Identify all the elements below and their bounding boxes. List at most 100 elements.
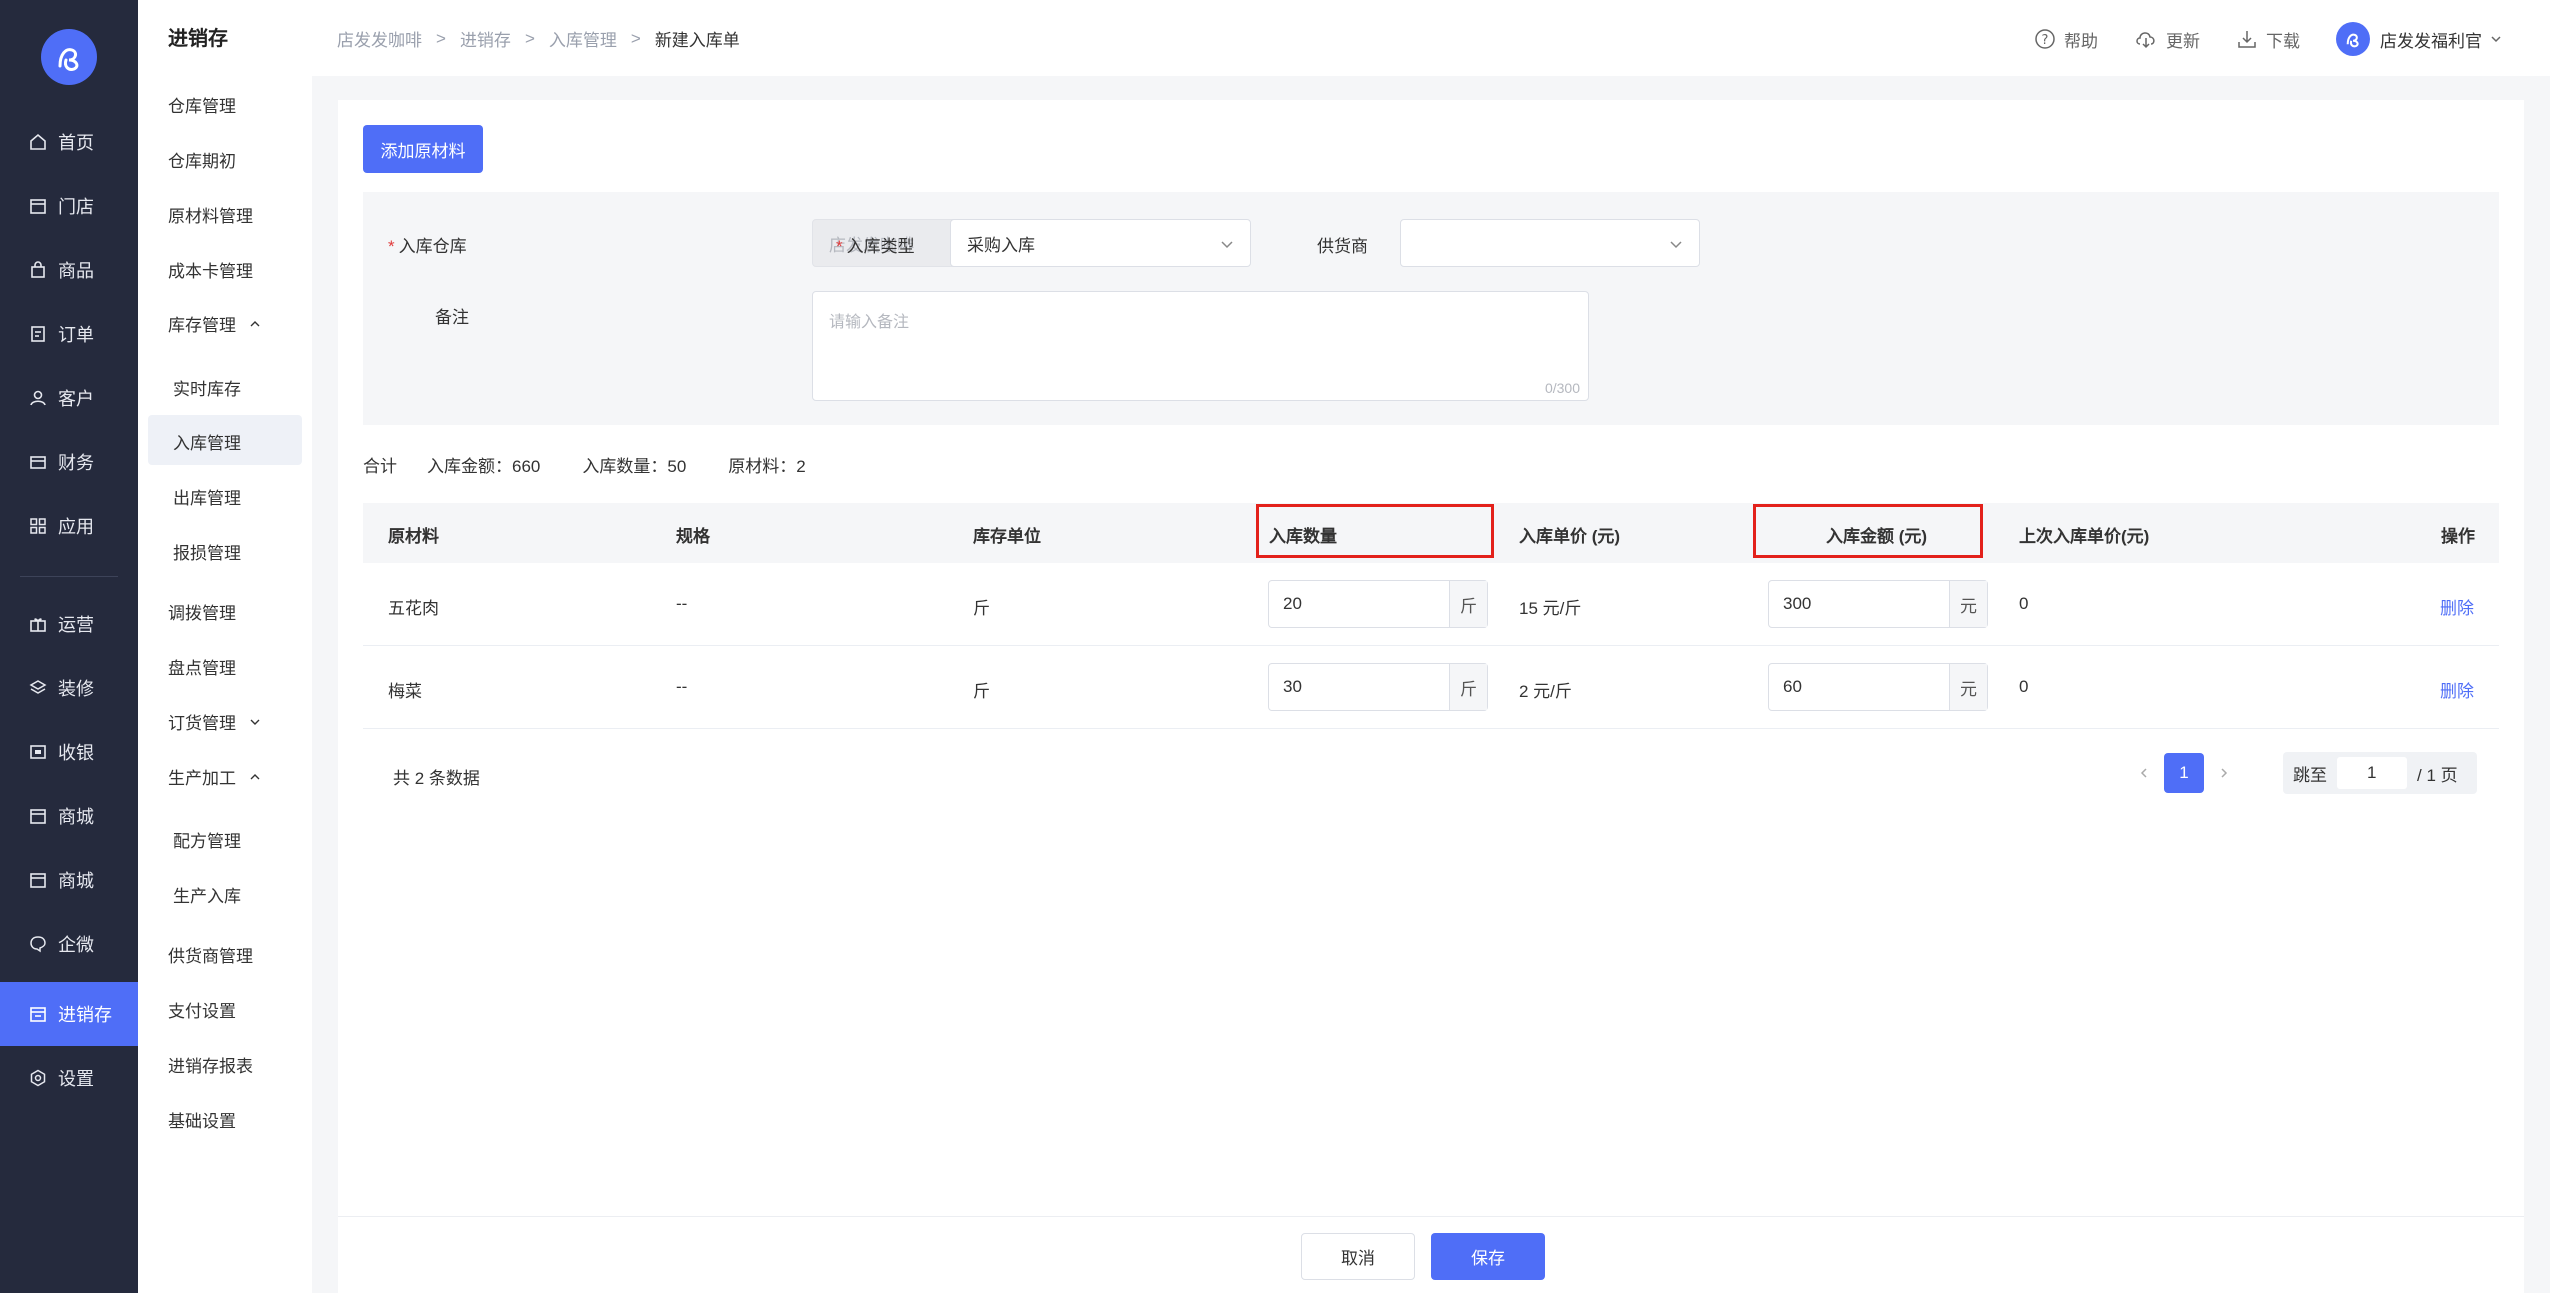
top-actions: ? 帮助 更新 下载 店发发福利官 <box>2034 22 2502 56</box>
col-action: 操作 <box>2441 527 2475 546</box>
nav-item-mall[interactable]: 商城 <box>0 784 138 848</box>
cell-spec: -- <box>676 677 688 696</box>
nav-item-settings[interactable]: 设置 <box>0 1046 138 1110</box>
user-menu[interactable]: 店发发福利官 <box>2336 22 2502 56</box>
stock-in-type-label: * 入库类型 <box>836 237 915 256</box>
download-button[interactable]: 下载 <box>2236 27 2300 52</box>
jump-label: 跳至 <box>2293 765 2327 785</box>
help-button[interactable]: ? 帮助 <box>2034 27 2098 52</box>
delete-link[interactable]: 删除 <box>2440 677 2474 702</box>
inventory-icon <box>28 1004 48 1024</box>
nav-item-cashier[interactable]: 收银 <box>0 720 138 784</box>
svg-text:?: ? <box>2042 33 2049 48</box>
jump-page-input[interactable]: 1 <box>2337 757 2407 789</box>
chevron-right-icon <box>2221 768 2228 778</box>
nav-item-wecom[interactable]: 企微 <box>0 912 138 976</box>
cell-stock-unit: 斤 <box>973 682 990 701</box>
submenu-item-cost-card[interactable]: 成本卡管理 <box>168 257 253 282</box>
cell-spec: -- <box>676 594 688 613</box>
chevron-right-icon: > <box>436 28 446 48</box>
amount-input[interactable]: 60 元 <box>1768 663 1988 711</box>
qty-input[interactable]: 30 斤 <box>1268 663 1488 711</box>
remark-placeholder: 请输入备注 <box>829 314 910 331</box>
top-bar: 店发发咖啡 > 进销存 > 入库管理 > 新建入库单 ? 帮助 更新 下载 店发… <box>312 0 2550 76</box>
update-button[interactable]: 更新 <box>2134 27 2200 52</box>
submenu-item-transfer[interactable]: 调拨管理 <box>168 599 236 624</box>
col-spec: 规格 <box>676 527 710 546</box>
submenu-item-loss[interactable]: 报损管理 <box>173 539 241 564</box>
gear-icon <box>28 1068 48 1088</box>
amount-input[interactable]: 300 元 <box>1768 580 1988 628</box>
cloud-download-icon <box>2136 32 2155 49</box>
nav-item-apps[interactable]: 应用 <box>0 494 138 558</box>
submenu-group-stock[interactable]: 库存管理 <box>168 311 260 336</box>
warehouse-label: * 入库仓库 <box>388 237 467 256</box>
delete-link[interactable]: 删除 <box>2440 594 2474 619</box>
highlight-box-amount <box>1753 504 1983 558</box>
nav-item-operation[interactable]: 运营 <box>0 592 138 656</box>
submenu-item-stocktake[interactable]: 盘点管理 <box>168 654 236 679</box>
nav-item-mall-2[interactable]: 商城 <box>0 848 138 912</box>
submenu-item-supplier[interactable]: 供货商管理 <box>168 942 253 967</box>
chevron-down-icon <box>1670 241 1682 249</box>
download-icon <box>2238 31 2256 48</box>
next-page-button[interactable] <box>2204 753 2244 793</box>
page-button-current[interactable]: 1 <box>2164 753 2204 793</box>
summary-label: 合计 <box>363 457 397 476</box>
gift-icon <box>28 614 48 634</box>
submenu-item-payment[interactable]: 支付设置 <box>168 997 236 1022</box>
table-row: 梅菜 -- 斤 30 斤 2 元/斤 60 元 0 删除 <box>363 646 2499 729</box>
chevron-up-icon <box>250 773 260 779</box>
submenu-group-production[interactable]: 生产加工 <box>168 764 260 789</box>
nav-item-goods[interactable]: 商品 <box>0 238 138 302</box>
submenu-item-realtime-stock[interactable]: 实时库存 <box>173 375 241 400</box>
breadcrumb-item[interactable]: 进销存 <box>460 26 511 51</box>
secondary-menu: 进销存 仓库管理 仓库期初 原材料管理 成本卡管理 库存管理 实时库存 入库管理… <box>138 0 312 1293</box>
user-name: 店发发福利官 <box>2380 31 2482 51</box>
supplier-select[interactable] <box>1400 219 1700 267</box>
nav-item-customer[interactable]: 客户 <box>0 366 138 430</box>
main-card: 添加原材料 * 入库仓库 店发发咖啡 * 入库类型 采购入库 供货商 备注 请输入备… <box>338 100 2524 1293</box>
footer-bar: 取消 保存 <box>338 1216 2524 1293</box>
nav-item-home[interactable]: 首页 <box>0 110 138 174</box>
add-material-button[interactable]: 添加原材料 <box>363 125 483 173</box>
nav-item-store[interactable]: 门店 <box>0 174 138 238</box>
submenu-item-warehouse-initial[interactable]: 仓库期初 <box>168 147 236 172</box>
cashier-icon <box>28 742 48 762</box>
summary-amount: 入库金额：660 <box>427 457 541 476</box>
submenu-group-ordering[interactable]: 订货管理 <box>168 709 260 734</box>
submenu-item-basic-settings[interactable]: 基础设置 <box>168 1107 236 1132</box>
submenu-item-stock-in[interactable]: 入库管理 <box>173 429 241 454</box>
submenu-item-report[interactable]: 进销存报表 <box>168 1052 253 1077</box>
home-icon <box>28 132 48 152</box>
wallet-icon <box>28 452 48 472</box>
remark-textarea[interactable]: 请输入备注 0/300 <box>812 291 1589 401</box>
shop-icon <box>28 806 48 826</box>
prev-page-button[interactable] <box>2124 753 2164 793</box>
stock-in-type-select[interactable]: 采购入库 <box>950 219 1251 267</box>
cell-last-price: 0 <box>2019 594 2029 613</box>
nav-item-decor[interactable]: 装修 <box>0 656 138 720</box>
nav-item-order[interactable]: 订单 <box>0 302 138 366</box>
remark-label: 备注 <box>435 308 469 327</box>
layers-icon <box>28 678 48 698</box>
submenu-item-production-in[interactable]: 生产入库 <box>173 882 241 907</box>
bag-icon <box>28 260 48 280</box>
submenu-item-stock-out[interactable]: 出库管理 <box>173 484 241 509</box>
cancel-button[interactable]: 取消 <box>1301 1233 1415 1280</box>
summary-materials: 原材料：2 <box>728 457 806 476</box>
breadcrumb-item[interactable]: 店发发咖啡 <box>337 26 422 51</box>
nav-item-inventory[interactable]: 进销存 <box>0 982 138 1046</box>
submenu-item-recipe[interactable]: 配方管理 <box>173 827 241 852</box>
table-row: 五花肉 -- 斤 20 斤 15 元/斤 300 元 0 删除 <box>363 563 2499 646</box>
pagination: 1 <box>2124 753 2244 793</box>
nav-item-finance[interactable]: 财务 <box>0 430 138 494</box>
summary-quantity: 入库数量：50 <box>582 457 687 476</box>
submenu-item-materials[interactable]: 原材料管理 <box>168 202 253 227</box>
qty-input[interactable]: 20 斤 <box>1268 580 1488 628</box>
chevron-right-icon: > <box>630 28 641 48</box>
help-icon: ? <box>2035 29 2055 49</box>
save-button[interactable]: 保存 <box>1431 1233 1545 1280</box>
breadcrumb-item[interactable]: 入库管理 <box>549 26 617 51</box>
submenu-item-warehouse[interactable]: 仓库管理 <box>168 92 236 117</box>
